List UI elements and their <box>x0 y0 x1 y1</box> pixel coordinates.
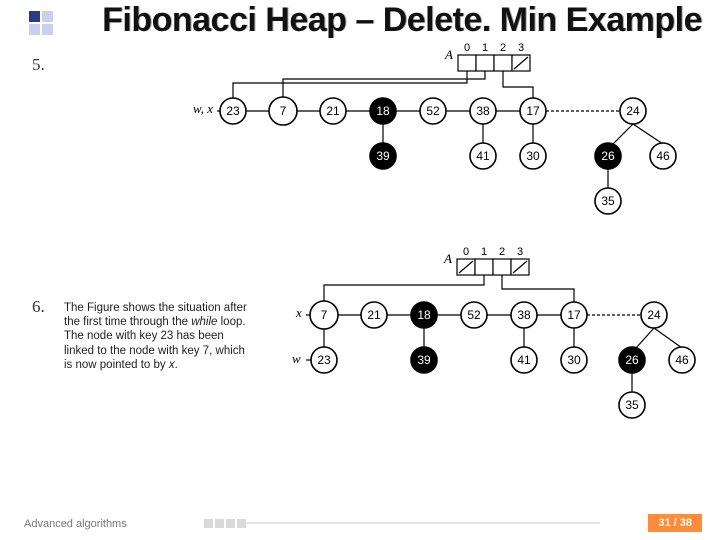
w-label: w <box>292 351 301 366</box>
figure-6: A 0 1 2 3 x 7 21 18 52 38 17 24 w 23 39 … <box>284 245 704 445</box>
step-5-number: 5. <box>32 55 45 75</box>
wx-label: w, x <box>193 101 213 116</box>
svg-text:17: 17 <box>567 308 581 322</box>
svg-text:30: 30 <box>567 353 581 367</box>
svg-text:46: 46 <box>675 353 689 367</box>
footer-label: Advanced algorithms <box>24 518 127 530</box>
array-label: A <box>443 251 452 266</box>
svg-text:35: 35 <box>625 398 639 412</box>
step-6-text: The Figure shows the situation after the… <box>64 301 254 373</box>
svg-text:1: 1 <box>482 42 488 54</box>
svg-text:3: 3 <box>518 42 524 54</box>
svg-text:26: 26 <box>601 149 615 163</box>
svg-text:46: 46 <box>656 149 670 163</box>
svg-text:39: 39 <box>417 353 431 367</box>
svg-text:18: 18 <box>417 308 431 322</box>
footer-rule <box>246 522 600 524</box>
svg-text:23: 23 <box>226 104 240 118</box>
svg-text:52: 52 <box>426 104 440 118</box>
svg-text:21: 21 <box>367 308 381 322</box>
svg-text:0: 0 <box>464 42 470 54</box>
array-indices: 0 1 2 3 <box>463 246 523 258</box>
svg-text:7: 7 <box>321 308 328 322</box>
svg-text:30: 30 <box>526 149 540 163</box>
svg-text:39: 39 <box>376 149 390 163</box>
svg-text:41: 41 <box>476 149 490 163</box>
svg-text:23: 23 <box>317 353 331 367</box>
slide-title: Fibonacci Heap – Delete. Min Example <box>62 2 710 39</box>
svg-text:38: 38 <box>517 308 531 322</box>
svg-text:0: 0 <box>463 246 469 258</box>
svg-text:21: 21 <box>326 104 340 118</box>
array-label: A <box>444 47 453 62</box>
page-number: 31 / 38 <box>648 514 702 532</box>
svg-text:24: 24 <box>647 308 661 322</box>
svg-text:24: 24 <box>626 104 640 118</box>
bullet-icon <box>28 10 56 38</box>
x-label: x <box>295 305 302 320</box>
footer-dots-icon <box>204 519 246 528</box>
svg-text:41: 41 <box>517 353 531 367</box>
svg-text:26: 26 <box>625 353 639 367</box>
svg-text:2: 2 <box>499 246 505 258</box>
svg-text:2: 2 <box>500 42 506 54</box>
svg-text:35: 35 <box>601 194 615 208</box>
svg-text:3: 3 <box>517 246 523 258</box>
svg-text:38: 38 <box>476 104 490 118</box>
footer: Advanced algorithms 31 / 38 <box>0 512 720 532</box>
figure-5: A 0 1 2 3 w, x 23 7 21 18 52 38 17 24 <box>175 41 705 236</box>
svg-text:1: 1 <box>481 246 487 258</box>
svg-text:18: 18 <box>376 104 390 118</box>
svg-text:52: 52 <box>467 308 481 322</box>
array-indices: 0 1 2 3 <box>464 42 524 54</box>
step-6-number: 6. <box>32 297 45 317</box>
svg-text:7: 7 <box>280 104 287 118</box>
svg-text:17: 17 <box>526 104 540 118</box>
